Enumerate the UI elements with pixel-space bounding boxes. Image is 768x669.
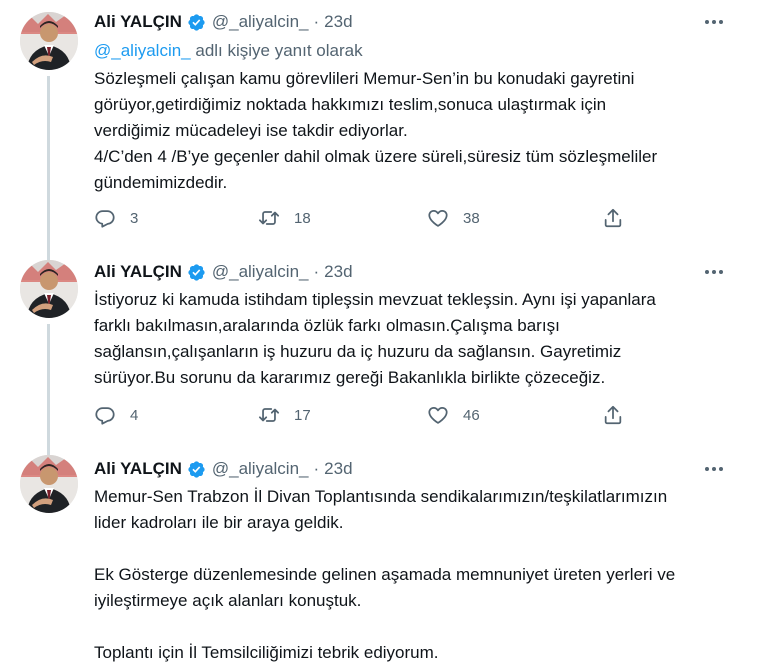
heart-icon	[427, 404, 449, 426]
tweet-text-line: Sözleşmeli çalışan kamu görevlileri Memu…	[94, 69, 635, 88]
tweet-text-line: görüyor,getirdiğimiz noktada hakkımızı t…	[94, 95, 607, 114]
tweet-header: Ali YALÇIN @_aliyalcin_ · 23d	[94, 459, 353, 479]
tweet-text-line: Toplantı için İl Temsilciliğimizi tebrik…	[94, 643, 439, 662]
avatar[interactable]	[20, 455, 78, 513]
tweet-text: Sözleşmeli çalışan kamu görevlileri Memu…	[94, 66, 734, 196]
reply-button[interactable]: 3	[94, 207, 138, 229]
separator-dot: ·	[313, 459, 320, 478]
tweet-text-line: iyileştirmeye açık alanları konuştuk.	[94, 591, 362, 610]
tweet[interactable]: Ali YALÇIN @_aliyalcin_ · 23d İstiyoruz …	[0, 250, 768, 450]
timestamp[interactable]: 23d	[324, 12, 352, 32]
share-button[interactable]	[602, 207, 624, 229]
like-count: 38	[463, 209, 480, 227]
share-icon	[602, 207, 624, 229]
author-name[interactable]: Ali YALÇIN	[94, 12, 182, 32]
reply-icon	[94, 207, 116, 229]
verified-badge-icon	[187, 13, 206, 32]
tweet-text-line: sürüyor.Bu sorunu da kararımız gereği Ba…	[94, 368, 606, 387]
author-handle[interactable]: @_aliyalcin_	[212, 12, 309, 32]
tweet-text: Memur-Sen Trabzon İl Divan Toplantısında…	[94, 484, 734, 666]
share-icon	[602, 404, 624, 426]
tweet[interactable]: Ali YALÇIN @_aliyalcin_ · 23d Memur-Sen …	[0, 450, 768, 669]
more-icon[interactable]	[702, 12, 726, 32]
tweet-header: Ali YALÇIN @_aliyalcin_ · 23d	[94, 262, 353, 282]
action-bar: 4 17 46	[94, 404, 634, 426]
author-name[interactable]: Ali YALÇIN	[94, 459, 182, 479]
timestamp[interactable]: 23d	[324, 262, 352, 282]
author-handle[interactable]: @_aliyalcin_	[212, 262, 309, 282]
retweet-count: 17	[294, 406, 311, 424]
tweet-text-line: verdiğimiz mücadeleyi ise takdir ediyorl…	[94, 121, 408, 140]
tweet-text-line: 4/C’den 4 /B’ye geçenler dahil olmak üze…	[94, 147, 658, 166]
thread-line	[47, 324, 50, 450]
tweet-text-line: Ek Gösterge düzenlemesinde gelinen aşama…	[94, 565, 676, 584]
verified-badge-icon	[187, 263, 206, 282]
avatar[interactable]	[20, 260, 78, 318]
tweet-header: Ali YALÇIN @_aliyalcin_ · 23d	[94, 12, 353, 32]
retweet-button[interactable]: 18	[258, 207, 311, 229]
thread-line	[47, 250, 50, 260]
retweet-icon	[258, 207, 280, 229]
author-handle[interactable]: @_aliyalcin_	[212, 459, 309, 479]
reply-button[interactable]: 4	[94, 404, 138, 426]
tweet-text-line: sağlansın,çalışanların iş huzuru da iç h…	[94, 342, 622, 361]
separator-dot: ·	[313, 12, 320, 31]
tweet-text-line: lider kadroları ile bir araya geldik.	[94, 513, 344, 532]
more-icon[interactable]	[702, 262, 726, 282]
share-button[interactable]	[602, 404, 624, 426]
timestamp[interactable]: 23d	[324, 459, 352, 479]
tweet-text: İstiyoruz ki kamuda istihdam tipleşsin m…	[94, 287, 734, 391]
thread-line	[47, 76, 50, 250]
tweet-text-line: İstiyoruz ki kamuda istihdam tipleşsin m…	[94, 290, 656, 309]
retweet-button[interactable]: 17	[258, 404, 311, 426]
more-icon[interactable]	[702, 459, 726, 479]
author-name[interactable]: Ali YALÇIN	[94, 262, 182, 282]
like-count: 46	[463, 406, 480, 424]
retweet-icon	[258, 404, 280, 426]
tweet-text-line: farklı bakılmasın,aralarında özlük farkı…	[94, 316, 560, 335]
retweet-count: 18	[294, 209, 311, 227]
reply-context-text: adlı kişiye yanıt olarak	[190, 41, 363, 60]
like-button[interactable]: 38	[427, 207, 480, 229]
separator-dot: ·	[313, 262, 320, 281]
reply-count: 3	[130, 209, 139, 227]
verified-badge-icon	[187, 460, 206, 479]
action-bar: 3 18 38	[94, 207, 634, 229]
reply-mention-link[interactable]: @_aliyalcin_	[94, 41, 191, 60]
avatar[interactable]	[20, 12, 78, 70]
reply-count: 4	[130, 406, 139, 424]
reply-context: @_aliyalcin_ adlı kişiye yanıt olarak	[94, 41, 363, 61]
tweet[interactable]: Ali YALÇIN @_aliyalcin_ · 23d @_aliyalci…	[0, 0, 768, 250]
reply-icon	[94, 404, 116, 426]
like-button[interactable]: 46	[427, 404, 480, 426]
heart-icon	[427, 207, 449, 229]
tweet-text-line: Memur-Sen Trabzon İl Divan Toplantısında…	[94, 487, 668, 506]
tweet-text-line: gündemimizdedir.	[94, 173, 228, 192]
